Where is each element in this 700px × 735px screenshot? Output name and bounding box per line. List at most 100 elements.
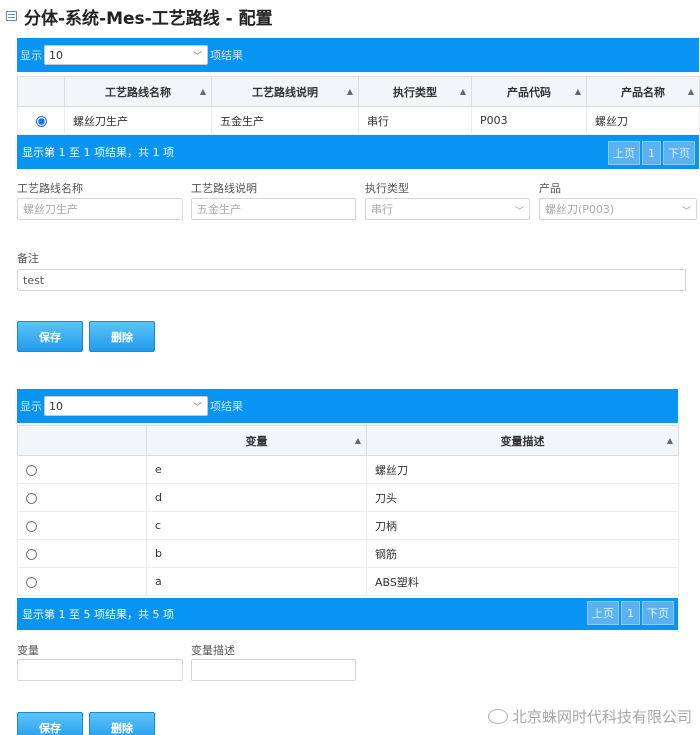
page-1-button[interactable]: 1 <box>621 601 640 625</box>
table1-results-label: 项结果 <box>210 49 243 62</box>
row-select-cell[interactable] <box>17 483 147 512</box>
table-row[interactable]: d 刀头 <box>17 483 679 512</box>
variable-label: 变量 <box>17 644 39 657</box>
row-select-cell[interactable] <box>17 511 147 540</box>
watermark: 北京蛛网时代科技有限公司 <box>487 706 692 727</box>
sort-icon: ▲ <box>354 436 361 445</box>
cell-variable-desc: 螺丝刀 <box>366 455 679 484</box>
page-header: 分体-系统-Mes-工艺路线 - 配置 <box>6 4 273 29</box>
next-page-button[interactable]: 下页 <box>663 141 695 165</box>
table2-length-bar: 显示 10 ﹀ 项结果 <box>17 389 678 423</box>
delete-button[interactable]: 删除 <box>89 712 155 735</box>
next-page-button[interactable]: 下页 <box>642 601 674 625</box>
cell-variable-desc: 刀柄 <box>366 511 679 540</box>
row-select-cell[interactable] <box>17 539 147 568</box>
row-select-cell[interactable] <box>17 455 147 484</box>
prev-page-button[interactable]: 上页 <box>608 141 640 165</box>
table2-header-row: 变量 ▲ 变量描述 ▲ <box>17 425 679 456</box>
table-row[interactable]: c 刀柄 <box>17 511 679 540</box>
route-desc-label: 工艺路线说明 <box>191 182 257 195</box>
table-row[interactable]: b 钢筋 <box>17 539 679 568</box>
page-title: 分体-系统-Mes-工艺路线 - 配置 <box>24 8 273 29</box>
cell-product-code: P003 <box>471 106 587 135</box>
table1-show-label: 显示 <box>20 49 42 62</box>
cell-variable-desc: ABS塑料 <box>366 567 679 596</box>
table1-info-text: 显示第 1 至 1 项结果，共 1 项 <box>22 146 174 159</box>
column-header-exec-type[interactable]: 执行类型 ▲ <box>358 76 472 107</box>
product-label: 产品 <box>539 182 561 195</box>
exec-type-label: 执行类型 <box>365 182 409 195</box>
chevron-down-icon: ﹀ <box>514 207 524 217</box>
row-radio[interactable] <box>26 492 37 504</box>
route-name-input[interactable]: 螺丝刀生产 <box>17 198 183 220</box>
save-button[interactable]: 保存 <box>17 712 83 735</box>
table-row[interactable]: 螺丝刀生产 五金生产 串行 P003 螺丝刀 <box>17 106 700 135</box>
chevron-down-icon: ﹀ <box>192 403 202 413</box>
row-radio[interactable] <box>26 576 37 588</box>
delete-button[interactable]: 删除 <box>89 321 155 352</box>
table2-page-size-select[interactable]: 10 ﹀ <box>44 396 208 416</box>
remark-label: 备注 <box>17 252 39 265</box>
column-header-product-name[interactable]: 产品名称 ▲ <box>586 76 700 107</box>
sort-icon: ▲ <box>666 436 673 445</box>
variable-input[interactable] <box>17 659 183 681</box>
variable-desc-label: 变量描述 <box>191 644 235 657</box>
variable-desc-input[interactable] <box>191 659 356 681</box>
table2-info-text: 显示第 1 至 5 项结果，共 5 项 <box>22 608 174 621</box>
cell-route-name: 螺丝刀生产 <box>64 106 212 135</box>
prev-page-button[interactable]: 上页 <box>587 601 619 625</box>
product-select[interactable]: 螺丝刀(P003) ﹀ <box>539 198 697 220</box>
column-header-route-desc[interactable]: 工艺路线说明 ▲ <box>211 76 359 107</box>
route-desc-input[interactable]: 五金生产 <box>191 198 356 220</box>
sort-icon: ▲ <box>574 87 581 96</box>
page-1-button[interactable]: 1 <box>642 141 661 165</box>
exec-type-select[interactable]: 串行 ﹀ <box>365 198 530 220</box>
cell-variable: a <box>146 567 367 596</box>
chevron-down-icon: ﹀ <box>681 207 691 217</box>
table1-page-size-select[interactable]: 10 ﹀ <box>44 45 208 65</box>
column-header-route-name[interactable]: 工艺路线名称 ▲ <box>64 76 212 107</box>
sort-icon: ▲ <box>687 87 694 96</box>
process-route-table: 工艺路线名称 ▲ 工艺路线说明 ▲ 执行类型 ▲ 产品代码 ▲ 产品名称 ▲ 螺丝刀生产 … <box>17 76 700 135</box>
weibo-icon <box>487 709 508 724</box>
table2-pagination: 上页 1 下页 <box>587 601 674 625</box>
table1-length-bar: 显示 10 ﹀ 项结果 <box>17 38 699 72</box>
sort-icon: ▲ <box>346 87 353 96</box>
row-radio-selected[interactable] <box>35 115 47 127</box>
row-select-cell[interactable] <box>17 106 65 135</box>
table1-info-bar: 显示第 1 至 1 项结果，共 1 项 上页 1 下页 <box>17 135 699 169</box>
row-radio[interactable] <box>26 464 37 476</box>
row-select-cell[interactable] <box>17 567 147 596</box>
table-row[interactable]: e 螺丝刀 <box>17 455 679 484</box>
cell-variable-desc: 刀头 <box>366 483 679 512</box>
table1-header-row: 工艺路线名称 ▲ 工艺路线说明 ▲ 执行类型 ▲ 产品代码 ▲ 产品名称 ▲ <box>17 76 700 107</box>
cell-variable: c <box>146 511 367 540</box>
column-header-variable-desc[interactable]: 变量描述 ▲ <box>366 425 679 456</box>
remark-input[interactable]: test <box>17 269 686 291</box>
watermark-text: 北京蛛网时代科技有限公司 <box>511 708 692 726</box>
sort-icon: ▲ <box>199 87 206 96</box>
table2-info-bar: 显示第 1 至 5 项结果，共 5 项 上页 1 下页 <box>17 598 678 630</box>
save-button[interactable]: 保存 <box>17 321 83 352</box>
variable-table: 变量 ▲ 变量描述 ▲ e 螺丝刀 d 刀头 c 刀柄 b 钢筋 a ABS塑料 <box>17 425 679 596</box>
column-header-variable[interactable]: 变量 ▲ <box>146 425 367 456</box>
table1-select-header <box>17 76 65 107</box>
cell-exec-type: 串行 <box>358 106 472 135</box>
sort-icon: ▲ <box>459 87 466 96</box>
cell-product-name: 螺丝刀 <box>586 106 700 135</box>
cell-variable: b <box>146 539 367 568</box>
table2-show-label: 显示 <box>20 400 42 413</box>
row-radio[interactable] <box>26 520 37 532</box>
table1-pagination: 上页 1 下页 <box>608 141 695 165</box>
column-header-product-code[interactable]: 产品代码 ▲ <box>471 76 587 107</box>
cell-route-desc: 五金生产 <box>211 106 359 135</box>
table2-results-label: 项结果 <box>210 400 243 413</box>
cell-variable: e <box>146 455 367 484</box>
route-name-label: 工艺路线名称 <box>17 182 83 195</box>
chevron-down-icon: ﹀ <box>192 52 202 62</box>
row-radio[interactable] <box>26 548 37 560</box>
table-row[interactable]: a ABS塑料 <box>17 567 679 596</box>
cell-variable: d <box>146 483 367 512</box>
form-icon <box>6 11 17 21</box>
cell-variable-desc: 钢筋 <box>366 539 679 568</box>
